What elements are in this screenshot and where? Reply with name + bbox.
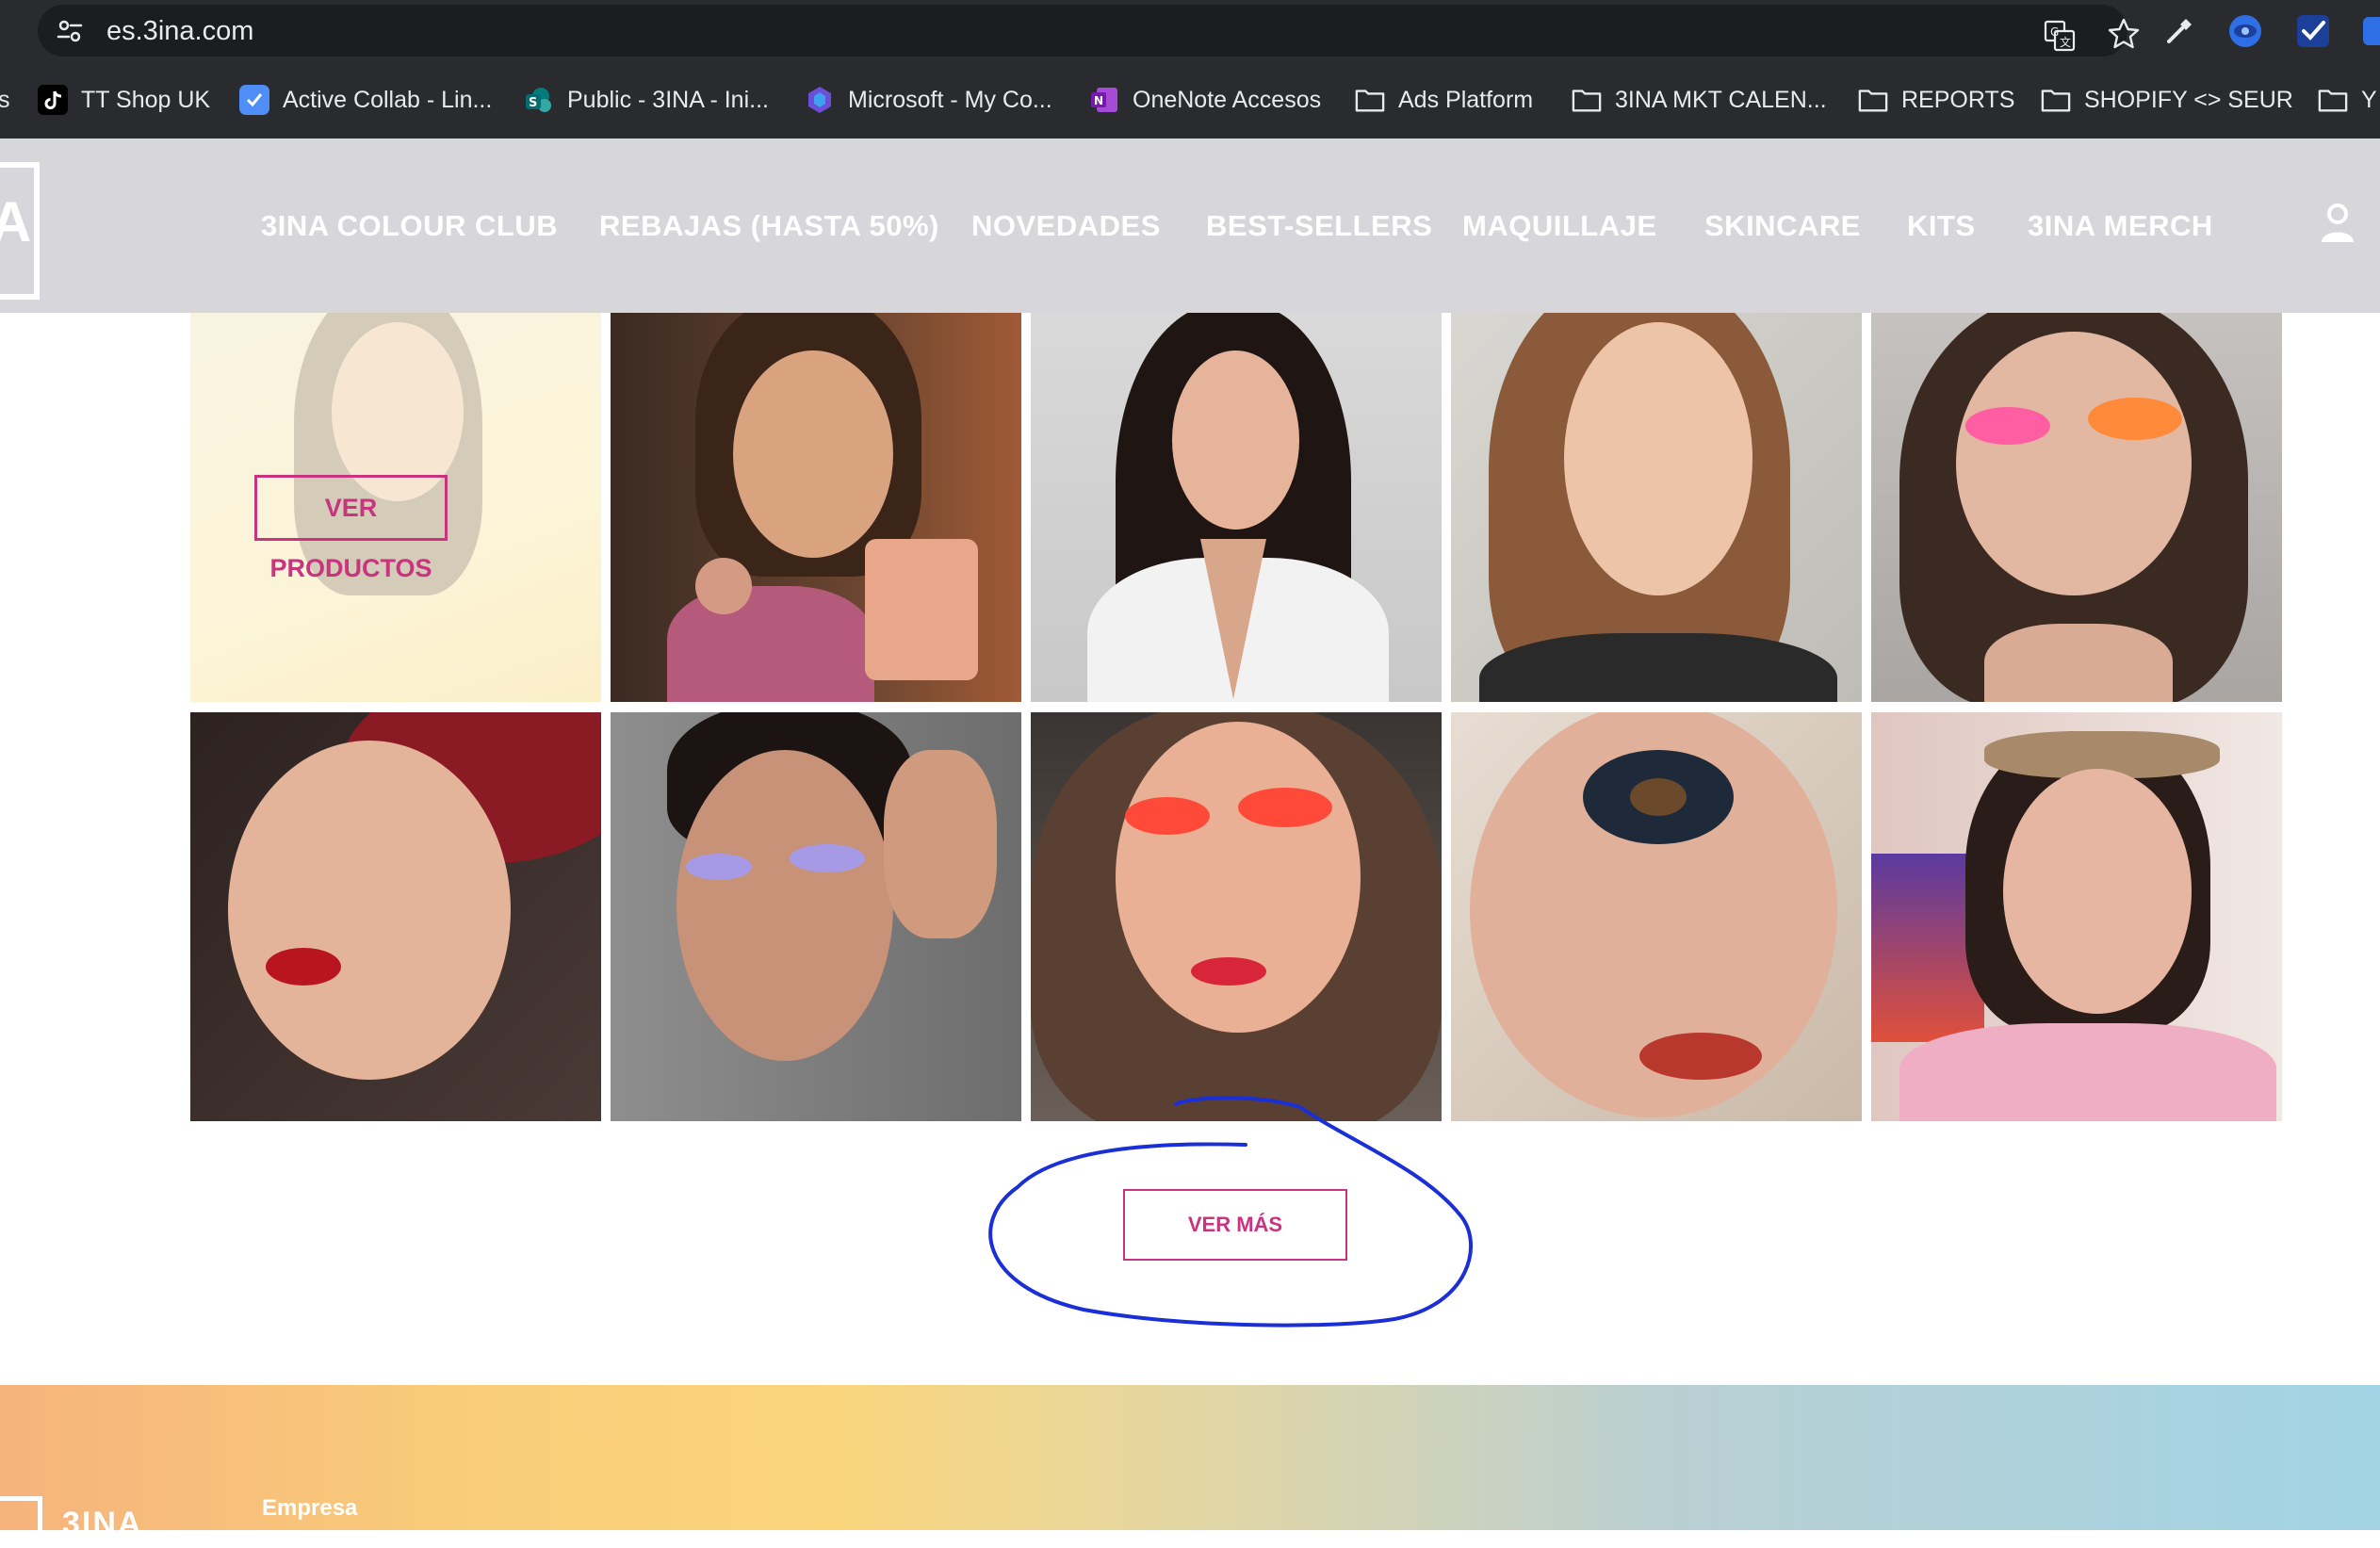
natural-makeup-photo[interactable] bbox=[1451, 313, 1862, 702]
bookmark-label: SHOPIFY <> SEUR bbox=[2084, 87, 2293, 113]
site-footer: 3INA Empresa bbox=[0, 1385, 2380, 1548]
svg-text:文: 文 bbox=[2060, 35, 2071, 49]
footer-brand: 3INA bbox=[62, 1506, 143, 1541]
extension-icon[interactable] bbox=[2359, 13, 2380, 49]
bookmark-active-collab[interactable]: Active Collab - Lin... bbox=[239, 82, 492, 118]
eyedropper-extension-icon[interactable] bbox=[2161, 13, 2197, 49]
bookmark-label: s bbox=[0, 87, 10, 113]
omnibox[interactable]: es.3ina.com G 文 bbox=[38, 5, 2140, 57]
svg-text:N: N bbox=[1094, 94, 1103, 107]
bookmark-ads-platform[interactable]: Ads Platform bbox=[1355, 82, 1533, 118]
site-settings-icon[interactable] bbox=[55, 16, 85, 46]
bookmark-label: 3INA MKT CALEN... bbox=[1615, 87, 1827, 113]
bookmark-microsoft[interactable]: Microsoft - My Co... bbox=[805, 82, 1052, 118]
eye-extension-icon[interactable] bbox=[2227, 13, 2263, 49]
ugc-gallery: VER PRODUCTOS bbox=[0, 313, 2380, 1123]
active-collab-icon bbox=[239, 85, 269, 115]
nav-rebajas[interactable]: REBAJAS (HASTA 50%) bbox=[599, 209, 939, 243]
red-beret-photo[interactable] bbox=[190, 712, 601, 1121]
nav-best-sellers[interactable]: BEST-SELLERS bbox=[1206, 209, 1432, 243]
translate-icon[interactable]: G 文 bbox=[2043, 19, 2077, 53]
graphic-liner-photo[interactable] bbox=[1451, 712, 1862, 1121]
checkbox-extension-icon[interactable] bbox=[2295, 13, 2331, 49]
bookmark-reports[interactable]: REPORTS bbox=[1858, 82, 2014, 118]
bookmark-shopify-seur[interactable]: SHOPIFY <> SEUR bbox=[2041, 82, 2293, 118]
folder-icon bbox=[2318, 90, 2348, 112]
folder-icon bbox=[1572, 90, 1602, 112]
account-icon[interactable] bbox=[2320, 201, 2356, 246]
url-text[interactable]: es.3ina.com bbox=[106, 14, 253, 48]
nav-maquillaje[interactable]: MAQUILLAJE bbox=[1462, 209, 1657, 243]
svg-text:S: S bbox=[529, 96, 537, 110]
browser-toolbar: es.3ina.com G 文 bbox=[0, 0, 2380, 61]
bookmark-label: Y bbox=[2361, 87, 2377, 113]
bookmark-label: Ads Platform bbox=[1398, 87, 1534, 113]
nav-kits[interactable]: KITS bbox=[1907, 209, 1976, 243]
footer-column-title: Empresa bbox=[262, 1495, 358, 1521]
bookmark-star-icon[interactable] bbox=[2107, 17, 2141, 51]
bookmark-label: REPORTS bbox=[1901, 87, 2015, 113]
bookmarks-bar: s TT Shop UK Active Collab - Lin... S Pu… bbox=[0, 61, 2380, 139]
bookmark-y[interactable]: Y bbox=[2318, 82, 2377, 118]
sharepoint-icon: S bbox=[526, 88, 551, 112]
lilac-eyeshadow-photo[interactable] bbox=[611, 712, 1021, 1121]
main-nav: 3INA COLOUR CLUB REBAJAS (HASTA 50%) NOV… bbox=[0, 139, 2380, 313]
brush-blush-photo[interactable] bbox=[611, 313, 1021, 702]
nav-skincare[interactable]: SKINCARE bbox=[1704, 209, 1861, 243]
bookmark-tt-shop-uk[interactable]: TT Shop UK bbox=[38, 82, 210, 118]
coral-eyeshadow-photo[interactable] bbox=[1031, 712, 1442, 1121]
microsoft-copilot-icon bbox=[808, 87, 831, 113]
site-header: A 3INA COLOUR CLUB REBAJAS (HASTA 50%) N… bbox=[0, 139, 2380, 313]
folder-icon bbox=[1858, 90, 1888, 112]
neon-eyeliner-photo[interactable] bbox=[1871, 313, 2282, 702]
folder-icon bbox=[1355, 90, 1385, 112]
bookmark-label: Public - 3INA - Ini... bbox=[567, 87, 769, 113]
bookmark-label: Microsoft - My Co... bbox=[848, 87, 1052, 113]
bookmark-label: OneNote Accesos bbox=[1133, 87, 1322, 113]
bookmark-public-3ina[interactable]: S Public - 3INA - Ini... bbox=[524, 82, 769, 118]
svg-text:G: G bbox=[2050, 25, 2059, 39]
pink-sweater-photo[interactable] bbox=[1871, 712, 2282, 1121]
promo-tile[interactable]: VER PRODUCTOS bbox=[190, 313, 601, 702]
footer-logo[interactable] bbox=[0, 1496, 42, 1548]
bookmark-3ina-mkt-calendar[interactable]: 3INA MKT CALEN... bbox=[1572, 82, 1827, 118]
bookmark-label: Active Collab - Lin... bbox=[283, 87, 493, 113]
tiktok-icon bbox=[38, 85, 68, 115]
folder-icon bbox=[2041, 90, 2071, 112]
white-blazer-photo[interactable] bbox=[1031, 313, 1442, 702]
ver-mas-button[interactable]: VER MÁS bbox=[1123, 1189, 1347, 1261]
nav-3ina-merch[interactable]: 3INA MERCH bbox=[2028, 209, 2213, 243]
ver-productos-button[interactable]: VER PRODUCTOS bbox=[254, 475, 448, 582]
bookmark-item[interactable]: s bbox=[0, 82, 10, 118]
onenote-icon: N bbox=[1091, 88, 1117, 112]
bookmark-onenote[interactable]: N OneNote Accesos bbox=[1089, 82, 1321, 118]
nav-novedades[interactable]: NOVEDADES bbox=[971, 209, 1161, 243]
nav-3ina-colour-club[interactable]: 3INA COLOUR CLUB bbox=[261, 209, 558, 243]
bookmark-label: TT Shop UK bbox=[81, 87, 211, 113]
